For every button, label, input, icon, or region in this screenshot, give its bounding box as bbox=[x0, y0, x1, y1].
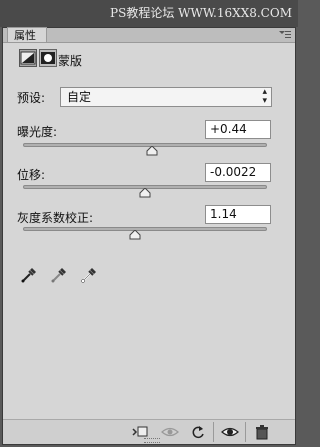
gamma-input[interactable]: 1.14 bbox=[205, 205, 271, 224]
resize-grip[interactable] bbox=[144, 438, 160, 443]
watermark-text: PS教程论坛 WWW.16XX8.COM bbox=[110, 6, 292, 20]
select-arrows-icon: ▴ ▾ bbox=[262, 87, 267, 106]
panel-tab-bar: 属性 bbox=[3, 27, 295, 43]
gamma-slider-thumb[interactable] bbox=[129, 229, 141, 240]
footer-separator bbox=[213, 422, 214, 442]
panel-menu-icon[interactable] bbox=[279, 30, 291, 43]
properties-panel: 属性 蒙版 预设: 自定 ▴ ▾ 曝光度: +0.44 位移: -0.0022 … bbox=[2, 27, 296, 445]
exposure-slider-track[interactable] bbox=[23, 143, 267, 147]
exposure-input[interactable]: +0.44 bbox=[205, 120, 271, 139]
offset-label: 位移: bbox=[17, 168, 46, 182]
view-previous-state-icon[interactable] bbox=[161, 423, 179, 441]
top-bar: PS教程论坛 WWW.16XX8.COM bbox=[0, 0, 298, 27]
white-point-eyedropper-icon[interactable] bbox=[80, 266, 98, 284]
exposure-slider-thumb[interactable] bbox=[146, 145, 158, 156]
visibility-eye-icon[interactable] bbox=[221, 423, 239, 441]
exposure-label: 曝光度: bbox=[17, 125, 58, 139]
footer-separator-2 bbox=[245, 422, 246, 442]
preset-select[interactable]: 自定 ▴ ▾ bbox=[60, 87, 272, 107]
preset-label: 预设: bbox=[17, 91, 46, 105]
preset-value: 自定 bbox=[67, 90, 92, 104]
mask-icon[interactable] bbox=[39, 49, 57, 67]
panel-footer bbox=[3, 419, 295, 444]
mask-label: 蒙版 bbox=[58, 54, 83, 68]
trash-icon[interactable] bbox=[253, 423, 271, 441]
gamma-label: 灰度系数校正: bbox=[17, 211, 94, 225]
gray-point-eyedropper-icon[interactable] bbox=[50, 266, 68, 284]
offset-slider-thumb[interactable] bbox=[139, 187, 151, 198]
panel-scrollbar[interactable] bbox=[290, 44, 294, 414]
reset-icon[interactable] bbox=[189, 423, 207, 441]
offset-input[interactable]: -0.0022 bbox=[205, 163, 271, 182]
black-point-eyedropper-icon[interactable] bbox=[20, 266, 38, 284]
tab-properties[interactable]: 属性 bbox=[7, 27, 47, 42]
adjustment-icon[interactable] bbox=[19, 49, 37, 67]
gamma-slider-track[interactable] bbox=[23, 227, 267, 231]
